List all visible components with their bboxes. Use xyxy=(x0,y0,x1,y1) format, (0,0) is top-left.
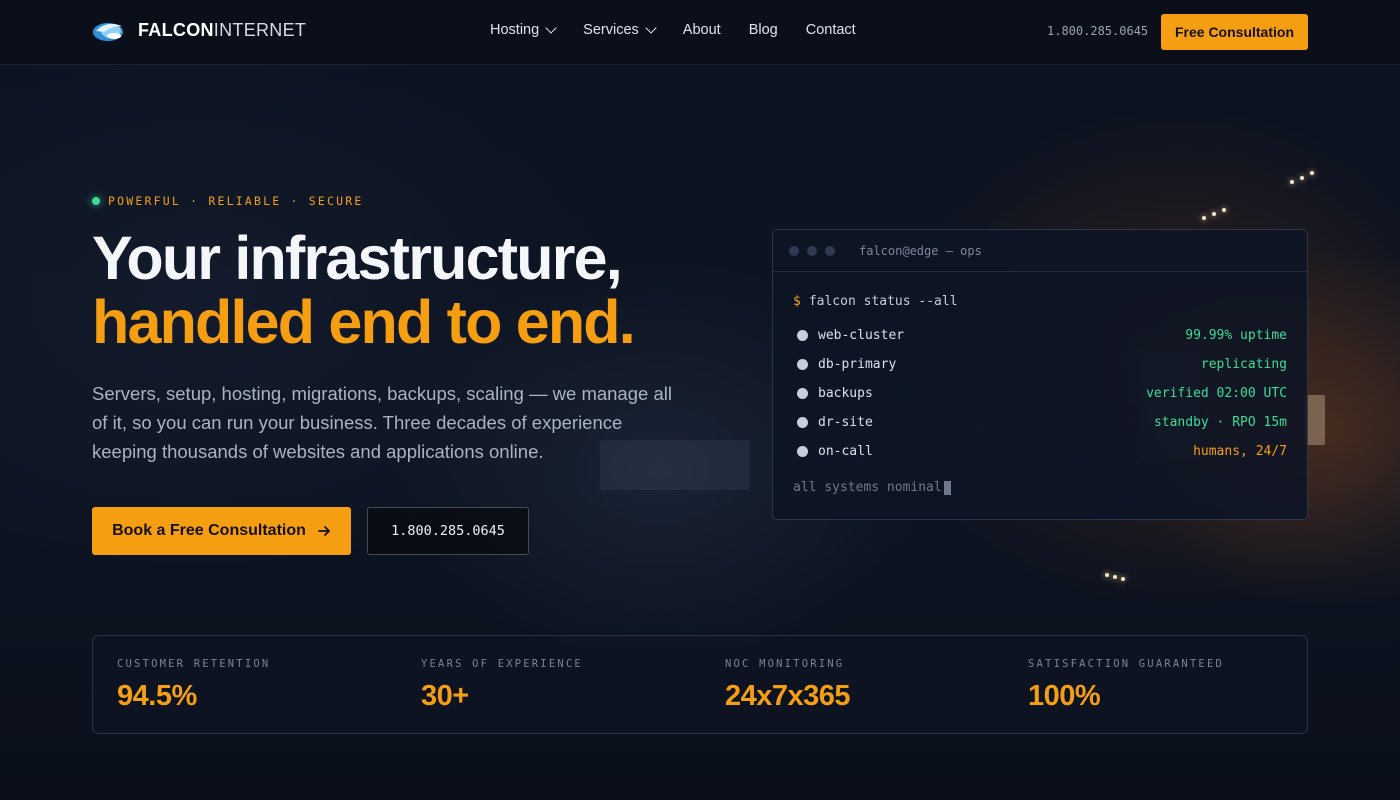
nav-item-services[interactable]: Services xyxy=(583,22,657,38)
stat-satisfaction: SATISFACTION GUARANTEED 100% xyxy=(1028,658,1224,713)
service-status: replicating xyxy=(1200,356,1287,372)
stat-noc-monitoring: NOC MONITORING 24x7x365 xyxy=(725,658,851,713)
stat-label: YEARS OF EXPERIENCE xyxy=(421,658,583,670)
service-status: verified 02:00 UTC xyxy=(1146,385,1287,401)
eyebrow-text: POWERFUL · RELIABLE · SECURE xyxy=(108,194,364,208)
window-dot-icon xyxy=(789,245,799,256)
hero-description: Servers, setup, hosting, migrations, bac… xyxy=(92,383,672,462)
server-light-decor xyxy=(1105,573,1109,577)
terminal-command: $ falcon status --all xyxy=(793,294,958,309)
status-row: db-primary replicating xyxy=(797,354,1287,374)
nav-item-about[interactable]: About xyxy=(683,22,721,38)
main-menu: Hosting Services About Blog Contact xyxy=(490,22,856,38)
headline-line-1: Your infrastructure, xyxy=(92,224,623,292)
nav-item-label: Blog xyxy=(748,22,778,38)
service-name: backups xyxy=(818,385,873,401)
nav-phone-link[interactable]: 1.800.285.0645 xyxy=(1047,24,1148,38)
window-dot-icon xyxy=(807,245,817,256)
status-indicator-icon xyxy=(797,387,808,399)
status-indicator-icon xyxy=(797,445,808,457)
brand-logo[interactable]: FALCONINTERNET xyxy=(92,18,306,42)
status-indicator-icon xyxy=(797,358,808,370)
status-indicator-icon xyxy=(797,329,808,341)
chevron-down-icon xyxy=(545,22,557,34)
nav-item-label: Hosting xyxy=(490,22,540,38)
nav-item-hosting[interactable]: Hosting xyxy=(490,22,557,38)
server-light-decor xyxy=(1202,216,1206,220)
nav-item-label: Contact xyxy=(805,22,856,38)
service-status: 99.99% uptime xyxy=(1185,327,1287,343)
service-status: standby · RPO 15m xyxy=(1153,414,1287,430)
arrow-right-icon xyxy=(317,526,330,536)
window-dot-icon xyxy=(825,245,835,256)
stat-value: 30+ xyxy=(421,680,469,712)
status-dot-icon xyxy=(92,197,100,205)
server-light-decor xyxy=(1113,575,1117,579)
service-name: db-primary xyxy=(818,356,897,372)
nav-item-label: Services xyxy=(583,22,639,38)
cursor-block-icon xyxy=(943,480,951,495)
stats-bar: CUSTOMER RETENTION 94.5% YEARS OF EXPERI… xyxy=(92,635,1308,734)
top-navigation: FALCONINTERNET Hosting Services About Bl… xyxy=(0,0,1400,65)
nav-item-contact[interactable]: Contact xyxy=(806,22,856,38)
status-row: on-call humans, 24/7 xyxy=(797,441,1287,461)
nav-item-blog[interactable]: Blog xyxy=(749,22,778,38)
status-row: backups verified 02:00 UTC xyxy=(797,383,1287,403)
service-name: on-call xyxy=(818,443,873,459)
cloud-wing-icon xyxy=(93,23,123,41)
book-consultation-button[interactable]: Book a Free Consultation xyxy=(92,507,351,555)
stat-value: 100% xyxy=(1028,680,1101,712)
terminal-title: falcon@edge — ops xyxy=(859,243,982,258)
button-label: Book a Free Consultation xyxy=(112,522,306,539)
status-terminal: falcon@edge — ops $ falcon status --all w… xyxy=(772,229,1308,520)
status-indicator-icon xyxy=(797,416,808,428)
service-status: humans, 24/7 xyxy=(1193,443,1287,459)
status-row: web-cluster 99.99% uptime xyxy=(797,325,1287,345)
hero-headline: Your infrastructure, handled end to end. xyxy=(92,224,636,356)
stat-customer-retention: CUSTOMER RETENTION 94.5% xyxy=(117,658,270,713)
stat-value: 94.5% xyxy=(117,680,197,712)
stat-years-experience: YEARS OF EXPERIENCE 30+ xyxy=(421,658,583,713)
server-light-decor xyxy=(1290,180,1294,184)
terminal-titlebar: falcon@edge — ops xyxy=(773,230,1307,272)
footer-text: all systems nominal xyxy=(793,480,942,495)
status-row: dr-site standby · RPO 15m xyxy=(797,412,1287,432)
stat-value: 24x7x365 xyxy=(725,680,851,712)
call-phone-button[interactable]: 1.800.285.0645 xyxy=(367,507,529,555)
server-light-decor xyxy=(1222,208,1226,212)
headline-line-2: handled end to end. xyxy=(92,288,636,356)
terminal-footer: all systems nominal xyxy=(793,480,951,495)
server-light-decor xyxy=(1121,577,1125,581)
server-light-decor xyxy=(1212,212,1216,216)
server-light-decor xyxy=(1310,171,1314,175)
stat-label: SATISFACTION GUARANTEED xyxy=(1028,658,1224,670)
stat-label: NOC MONITORING xyxy=(725,658,845,670)
service-name: dr-site xyxy=(818,414,873,430)
chevron-down-icon xyxy=(645,22,657,34)
server-light-decor xyxy=(1300,176,1304,180)
nav-item-label: About xyxy=(682,22,721,38)
free-consultation-button[interactable]: Free Consultation xyxy=(1161,14,1308,50)
prompt-symbol: $ xyxy=(793,294,801,309)
service-name: web-cluster xyxy=(818,327,905,343)
hero-eyebrow: POWERFUL · RELIABLE · SECURE xyxy=(92,194,363,208)
server-rack-decor xyxy=(1305,395,1325,445)
command-text: falcon status --all xyxy=(808,294,958,309)
brand-wordmark: FALCONINTERNET xyxy=(138,19,307,40)
stat-label: CUSTOMER RETENTION xyxy=(117,658,271,670)
